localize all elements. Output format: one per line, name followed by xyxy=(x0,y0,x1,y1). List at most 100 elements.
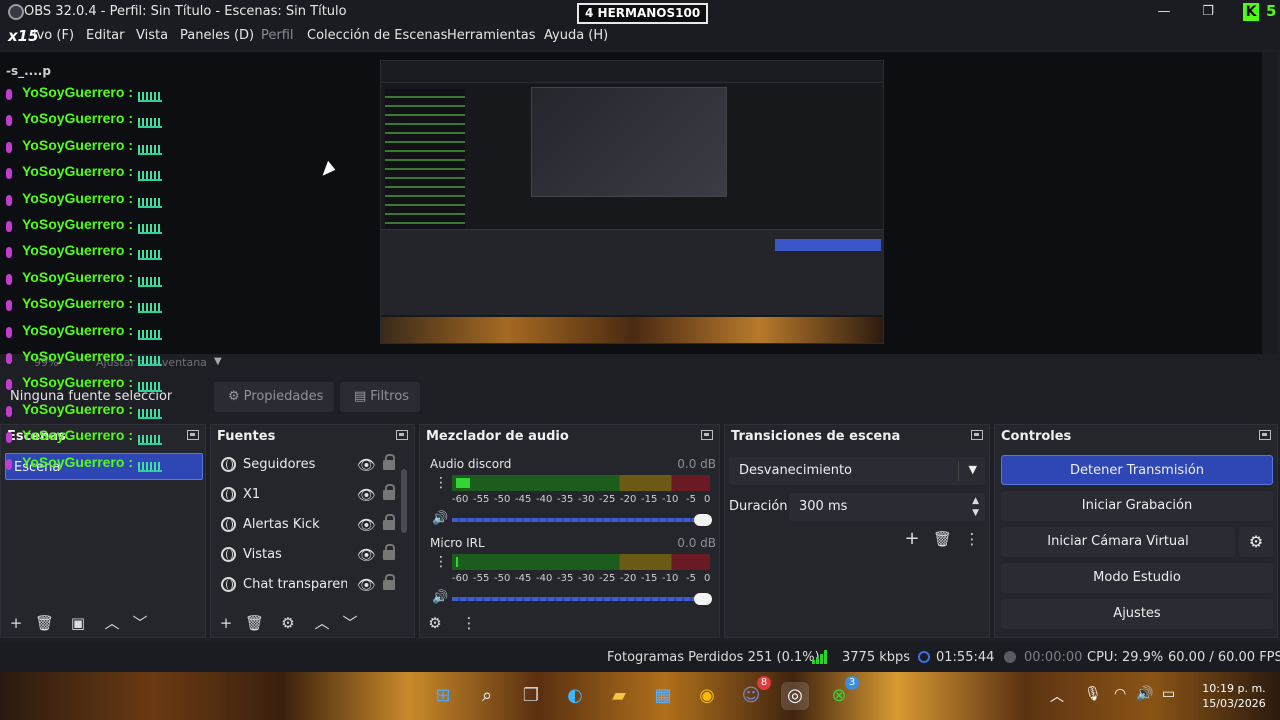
chat-username: YoSoyGuerrero : xyxy=(22,110,133,127)
start-recording-button[interactable]: Iniciar Grabación xyxy=(1001,491,1273,521)
source-item[interactable]: X1 👁 xyxy=(217,481,403,509)
mixer-channel: Micro IRL 0.0 dB ⋮ -60 -55 -50 -45 -40 -35 -30… xyxy=(426,534,716,610)
gear-icon[interactable]: ⚙ xyxy=(279,615,297,631)
eye-icon[interactable]: 👁 xyxy=(357,516,376,534)
signal-icon xyxy=(812,650,830,664)
undock-icon[interactable] xyxy=(396,430,408,440)
add-icon[interactable]: + xyxy=(903,530,921,548)
filters-button[interactable]: ▤ Filtros xyxy=(340,382,420,412)
stop-stream-button[interactable]: Detener Transmisión xyxy=(1001,455,1273,485)
trash-icon[interactable]: 🗑 xyxy=(245,615,264,631)
minimize-button[interactable]: — xyxy=(1152,2,1176,22)
lock-icon[interactable] xyxy=(383,484,395,500)
settings-button[interactable]: Ajustes xyxy=(1001,599,1273,629)
kebab-menu-icon[interactable]: ⋮ xyxy=(434,554,448,570)
volume-slider[interactable] xyxy=(452,593,712,605)
menu-scene-collection[interactable]: Colección de Escenas xyxy=(307,28,447,43)
xbox-icon[interactable]: ⊗ 3 xyxy=(825,676,859,710)
obs-taskbar-icon[interactable]: ◎ xyxy=(781,682,809,710)
battery-icon[interactable]: ▭ xyxy=(1162,686,1175,702)
undock-icon[interactable] xyxy=(701,430,713,440)
microphone-icon[interactable]: 🎙 xyxy=(1084,686,1102,702)
gear-icon[interactable]: ⚙ xyxy=(426,615,444,631)
eye-icon[interactable]: 👁 xyxy=(357,576,376,594)
lock-icon[interactable] xyxy=(383,544,395,560)
menu-edit[interactable]: Editar xyxy=(86,28,125,43)
search-icon[interactable]: ⌕ xyxy=(473,682,501,710)
chevron-down-icon[interactable]: ▼ xyxy=(972,508,979,518)
chevron-down-icon[interactable]: ﹀ xyxy=(341,615,359,631)
system-clock[interactable]: 10:19 p. m. 15/03/2026 xyxy=(1192,681,1276,711)
wifi-icon[interactable]: ◠ xyxy=(1114,686,1126,702)
emote-icon xyxy=(138,92,162,102)
task-view-icon[interactable]: ❐ xyxy=(517,682,545,710)
chat-username: YoSoyGuerrero : xyxy=(22,374,133,391)
virtual-camera-settings-button[interactable]: ⚙ xyxy=(1239,527,1273,557)
windows-start-icon[interactable]: ⊞ xyxy=(429,682,457,710)
slider-knob[interactable] xyxy=(694,593,712,605)
discord-badge: 8 xyxy=(757,676,771,690)
menu-docks[interactable]: Paneles (D) xyxy=(180,28,254,43)
sources-scrollbar[interactable] xyxy=(401,469,407,533)
filter-icon: ▤ xyxy=(354,389,367,404)
kick-badge-icon xyxy=(6,221,12,232)
kebab-menu-icon[interactable]: ⋮ xyxy=(434,475,448,491)
preview-scrollbar[interactable] xyxy=(1262,52,1278,354)
lock-icon[interactable] xyxy=(383,454,395,470)
chat-username: YoSoyGuerrero : xyxy=(22,84,133,100)
add-icon[interactable]: + xyxy=(217,615,235,631)
menu-help[interactable]: Ayuda (H) xyxy=(544,28,608,43)
speaker-icon[interactable]: 🔊 xyxy=(432,590,448,605)
undock-icon[interactable] xyxy=(1259,430,1271,440)
duration-input[interactable]: 300 ms ▲ ▼ xyxy=(789,493,985,521)
edge-icon[interactable]: ◐ xyxy=(561,682,589,710)
record-icon xyxy=(1004,651,1016,663)
volume-slider[interactable] xyxy=(452,514,712,526)
source-item[interactable]: Alertas Kick 👁 xyxy=(217,511,403,539)
emote-icon xyxy=(138,408,162,419)
discord-icon[interactable]: ☺ 8 xyxy=(737,676,771,710)
file-explorer-icon[interactable]: ▰ xyxy=(605,682,633,710)
trash-icon[interactable]: 🗑 xyxy=(933,531,952,547)
studio-mode-button[interactable]: Modo Estudio xyxy=(1001,563,1273,593)
trash-icon[interactable]: 🗑 xyxy=(35,615,54,631)
kebab-menu-icon[interactable]: ⋮ xyxy=(963,531,981,547)
emote-icon xyxy=(138,329,162,340)
undock-icon[interactable] xyxy=(971,430,983,440)
chevron-up-icon[interactable]: ︿ xyxy=(313,615,331,631)
transition-select[interactable]: Desvanecimiento ▼ xyxy=(729,457,985,485)
lock-icon[interactable] xyxy=(383,514,395,530)
clock-time: 10:19 p. m. xyxy=(1202,682,1266,695)
kick-badge-icon xyxy=(6,194,12,206)
chevron-up-icon[interactable]: ︿ xyxy=(1050,686,1064,706)
chevron-down-icon[interactable]: ﹀ xyxy=(131,615,149,631)
source-item[interactable]: Vistas 👁 xyxy=(217,541,403,569)
menu-view[interactable]: Vista xyxy=(136,28,168,43)
source-item[interactable]: Chat transparente 👁 xyxy=(217,571,403,599)
chevron-up-icon[interactable]: ▲ xyxy=(972,496,979,506)
chevron-up-icon[interactable]: ︿ xyxy=(103,615,121,631)
eye-icon[interactable]: 👁 xyxy=(357,456,376,474)
preview-recursive-capture xyxy=(380,60,884,344)
menu-tools[interactable]: Herramientas xyxy=(447,28,536,43)
sources-toolbar: + 🗑 ⚙ ︿ ﹀ xyxy=(211,609,414,637)
speaker-icon[interactable]: 🔊 xyxy=(432,511,448,526)
volume-icon[interactable]: 🔊 xyxy=(1136,686,1153,702)
add-icon[interactable]: + xyxy=(7,615,25,631)
emote-icon xyxy=(138,276,162,287)
duration-value: 300 ms xyxy=(799,499,848,514)
chrome-icon[interactable]: ◉ xyxy=(693,682,721,710)
kebab-menu-icon[interactable]: ⋮ xyxy=(460,615,478,631)
slider-knob[interactable] xyxy=(694,514,712,526)
maximize-button[interactable]: ❐ xyxy=(1196,2,1220,22)
viewer-count: 5 xyxy=(1266,2,1277,20)
obs-logo-icon xyxy=(8,4,24,20)
eye-icon[interactable]: 👁 xyxy=(357,486,376,504)
menu-file[interactable]: ivo (F) xyxy=(33,28,74,43)
eye-icon[interactable]: 👁 xyxy=(357,546,376,564)
menu-profile[interactable]: Perfil xyxy=(261,28,294,43)
virtual-camera-button[interactable]: Iniciar Cámara Virtual xyxy=(1001,527,1235,557)
lock-icon[interactable] xyxy=(383,574,395,590)
filter-icon[interactable]: ▣ xyxy=(69,615,87,631)
store-icon[interactable]: ▦ xyxy=(649,682,677,710)
